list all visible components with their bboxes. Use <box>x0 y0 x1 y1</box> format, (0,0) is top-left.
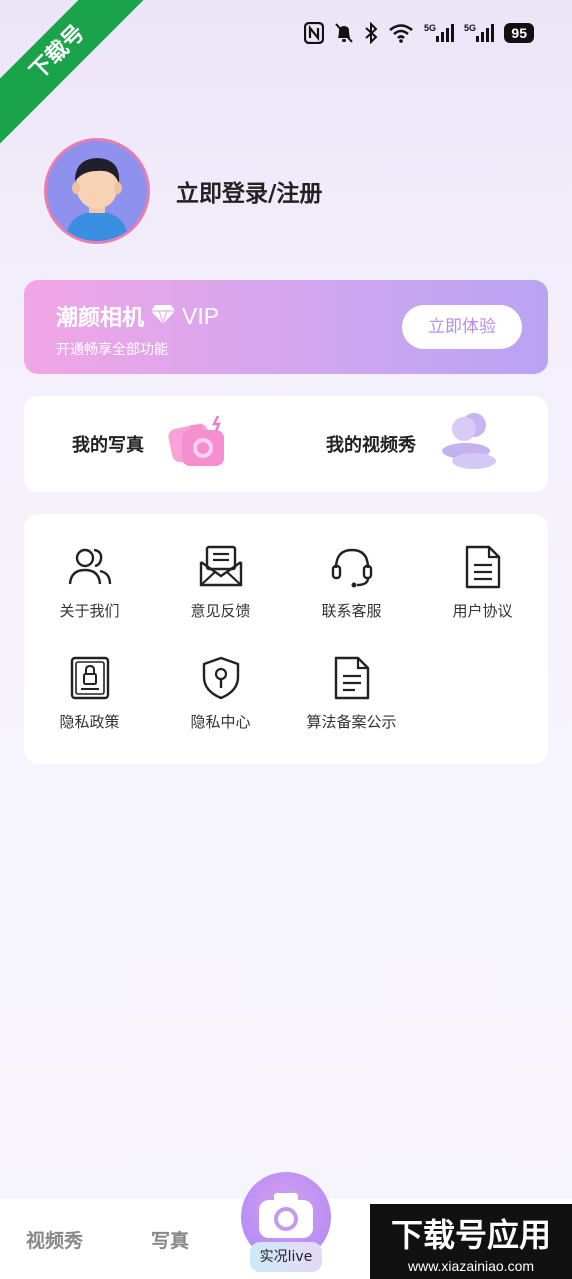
profile-section[interactable]: 立即登录/注册 <box>44 138 322 244</box>
live-camera-label: 实况live <box>250 1242 322 1272</box>
my-videos-label: 我的视频秀 <box>326 435 416 456</box>
vip-title: 潮颜相机 VIP <box>56 300 219 332</box>
vip-banner[interactable]: 潮颜相机 VIP 开通畅享全部功能 立即体验 <box>24 280 548 374</box>
mute-icon <box>335 23 354 43</box>
menu-label: 关于我们 <box>59 602 120 620</box>
menu-privacy-policy[interactable]: 隐私政策 <box>24 625 155 731</box>
wifi-icon <box>389 24 414 43</box>
video-avatar-icon <box>440 413 498 475</box>
signal-label: 5G <box>424 23 436 33</box>
battery-indicator: 95 <box>504 23 534 43</box>
menu-label: 联系客服 <box>321 602 382 620</box>
diamond-icon <box>150 303 176 329</box>
document-icon <box>465 545 500 589</box>
bluetooth-icon <box>365 22 378 44</box>
menu-label: 隐私中心 <box>190 713 251 731</box>
menu-about-us[interactable]: 关于我们 <box>24 514 155 620</box>
my-videos-entry[interactable]: 我的视频秀 <box>326 396 498 492</box>
envelope-icon <box>199 545 242 587</box>
settings-menu: 关于我们 意见反馈 联系客服 用户协议 隐私政策 隐私中心 算法备案公示 <box>24 514 548 764</box>
tab-video-show[interactable]: 视频秀 <box>26 1226 83 1253</box>
signal-label-2: 5G <box>464 23 476 33</box>
menu-label: 算法备案公示 <box>306 713 397 731</box>
menu-feedback[interactable]: 意见反馈 <box>155 514 286 620</box>
watermark-title: 下载号应用 <box>390 1216 551 1254</box>
corner-watermark-text: 下载号 <box>0 0 150 148</box>
my-content-card: 我的写真 我的视频秀 <box>24 396 548 492</box>
menu-algorithm-filing[interactable]: 算法备案公示 <box>286 625 417 731</box>
headset-icon <box>331 548 372 588</box>
menu-customer-service[interactable]: 联系客服 <box>286 514 417 620</box>
menu-label: 用户协议 <box>452 602 513 620</box>
my-photos-entry[interactable]: 我的写真 <box>72 396 230 492</box>
signal-5g-icon-2: 5G <box>464 23 495 42</box>
status-icons: 5G 5G 95 <box>304 22 534 44</box>
shield-key-icon <box>202 656 239 700</box>
avatar[interactable] <box>44 138 150 244</box>
menu-label: 隐私政策 <box>59 713 120 731</box>
signal-5g-icon: 5G <box>424 23 455 42</box>
app-name: 潮颜相机 <box>56 306 145 331</box>
nfc-icon <box>304 22 325 44</box>
my-photos-label: 我的写真 <box>72 435 144 456</box>
avatar-illustration <box>47 141 147 241</box>
file-list-icon <box>334 656 369 700</box>
watermark-url: www.xiazainiao.com <box>407 1258 535 1274</box>
vip-subtitle: 开通畅享全部功能 <box>56 342 168 358</box>
camera-photo-icon <box>168 414 230 474</box>
lock-document-icon <box>70 656 109 700</box>
corner-watermark: 下载号 <box>0 0 150 150</box>
site-watermark: 下载号应用 www.xiazainiao.com <box>370 1204 572 1279</box>
login-register-link[interactable]: 立即登录/注册 <box>176 174 322 208</box>
vip-label: VIP <box>182 302 220 329</box>
menu-privacy-center[interactable]: 隐私中心 <box>155 625 286 731</box>
try-now-button[interactable]: 立即体验 <box>402 305 522 349</box>
menu-user-agreement[interactable]: 用户协议 <box>417 514 548 620</box>
users-icon <box>68 548 111 585</box>
menu-label: 意见反馈 <box>190 602 251 620</box>
tab-portrait[interactable]: 写真 <box>151 1226 189 1253</box>
